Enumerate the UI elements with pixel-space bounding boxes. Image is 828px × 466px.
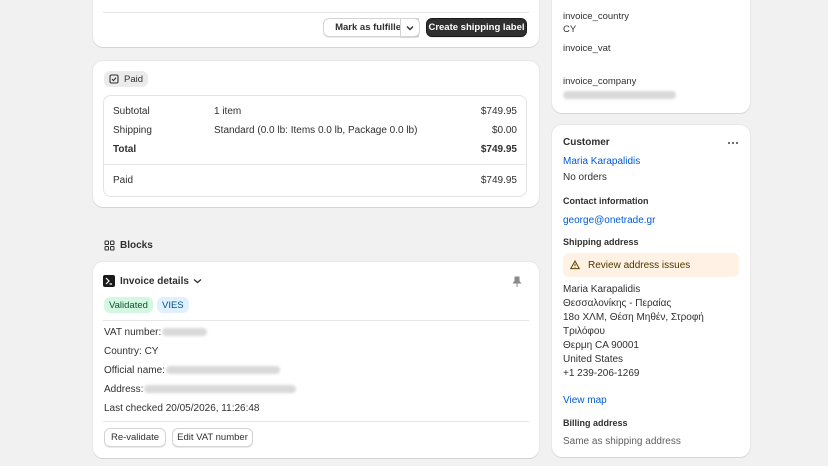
more-actions-icon[interactable]: [727, 141, 739, 145]
address-line-street2: 18ο ΧΛΜ, Θέση Μηθέν, Στροφή: [563, 312, 704, 323]
address-line-phone: +1 239-206-1269: [563, 368, 640, 379]
revalidate-label: Re-validate: [110, 432, 160, 443]
official-name-value-redacted: [166, 366, 280, 374]
edit-vat-number-label: Edit VAT number: [177, 432, 248, 443]
last-checked-text: Last checked 20/05/2026, 11:26:48: [104, 403, 260, 414]
payment-divider: [104, 164, 526, 165]
billing-address-value: Same as shipping address: [563, 436, 681, 447]
paid-amount: $749.95: [480, 175, 517, 186]
invoice-details-title: Invoice details: [120, 275, 189, 287]
create-shipping-label-button[interactable]: Create shipping label: [426, 18, 527, 37]
address-line-city: Θερμη CA 90001: [563, 340, 639, 351]
mark-as-fulfilled-label: Mark as fulfilled: [335, 22, 407, 33]
blocks-icon: [104, 240, 115, 251]
paid-label: Paid: [113, 175, 134, 186]
payment-card: Paid Subtotal 1 item $749.95 Shipping St…: [93, 61, 539, 207]
invoice-header[interactable]: Invoice details: [103, 275, 202, 287]
customer-email-link[interactable]: george@onetrade.gr: [563, 215, 655, 226]
address-line-name: Maria Karapalidis: [563, 284, 641, 295]
subtotal-amount: $749.95: [480, 106, 517, 117]
invoice-company-value-redacted: [563, 91, 676, 99]
shipping-desc: Standard (0.0 lb: Items 0.0 lb, Package …: [214, 125, 418, 136]
revalidate-button[interactable]: Re-validate: [104, 428, 166, 447]
chevron-down-icon: [193, 279, 202, 284]
address-warning-banner[interactable]: Review address issues: [563, 253, 739, 277]
invoice-company-key: invoice_company: [563, 76, 637, 87]
payment-status-text: Paid: [124, 73, 144, 85]
shipping-label: Shipping: [113, 125, 152, 136]
subtotal-desc: 1 item: [214, 106, 242, 117]
billing-address-title: Billing address: [563, 418, 628, 428]
address-label: Address:: [104, 384, 144, 395]
blocks-header: Blocks: [104, 240, 153, 251]
invoice-divider-top: [103, 320, 529, 321]
fulfill-options-dropdown[interactable]: [400, 18, 420, 37]
contact-information-title: Contact information: [563, 196, 649, 206]
invoice-country-key: invoice_country: [563, 11, 630, 22]
address-value-redacted: [144, 385, 296, 393]
customer-card: Customer Maria Karapalidis No orders Con…: [552, 125, 750, 457]
address-line-street: Θεσσαλονίκης - Περαίας: [563, 298, 672, 309]
country-label: Country: CY: [104, 346, 159, 357]
app-logo-icon: [103, 275, 115, 287]
invoice-divider-bottom: [103, 421, 529, 422]
total-label: Total: [113, 144, 137, 155]
pin-icon[interactable]: [512, 276, 522, 288]
warning-icon: [570, 260, 580, 270]
address-line-country: United States: [563, 354, 624, 365]
metafields-card: invoice_country CY invoice_vat invoice_c…: [552, 0, 750, 113]
shipping-amount: $0.00: [491, 125, 517, 136]
vat-number-value-redacted: [162, 328, 207, 336]
invoice-country-value: CY: [563, 24, 577, 35]
vies-badge: VIES: [157, 297, 189, 313]
customer-orders: No orders: [563, 172, 607, 183]
validated-badge-text: Validated: [109, 299, 148, 311]
edit-vat-number-button[interactable]: Edit VAT number: [172, 428, 253, 447]
create-shipping-label-text: Create shipping label: [428, 22, 525, 33]
customer-title: Customer: [563, 137, 610, 148]
customer-name-link[interactable]: Maria Karapalidis: [563, 156, 640, 167]
validated-badge: Validated: [104, 297, 153, 313]
total-amount: $749.95: [480, 144, 517, 155]
vat-number-label: VAT number:: [104, 327, 162, 338]
invoice-details-card: Invoice details Validated VIES VAT numbe…: [93, 262, 539, 458]
fulfillment-divider: [103, 12, 529, 13]
fulfillment-card: Mark as fulfilled Create shipping label: [93, 0, 539, 47]
chevron-down-icon: [406, 25, 414, 30]
address-line-area: Τριλόφου: [563, 326, 605, 337]
vies-badge-text: VIES: [162, 299, 184, 311]
official-name-label: Official name:: [104, 365, 165, 376]
address-warning-text: Review address issues: [588, 259, 691, 271]
payment-status-badge: Paid: [104, 71, 149, 87]
payment-summary-box: Subtotal 1 item $749.95 Shipping Standar…: [103, 95, 527, 197]
shipping-address-title: Shipping address: [563, 237, 639, 247]
paid-check-icon: [109, 74, 119, 84]
blocks-title: Blocks: [120, 240, 153, 251]
subtotal-label: Subtotal: [113, 106, 150, 117]
view-map-link[interactable]: View map: [563, 395, 607, 406]
invoice-vat-key: invoice_vat: [563, 43, 611, 54]
